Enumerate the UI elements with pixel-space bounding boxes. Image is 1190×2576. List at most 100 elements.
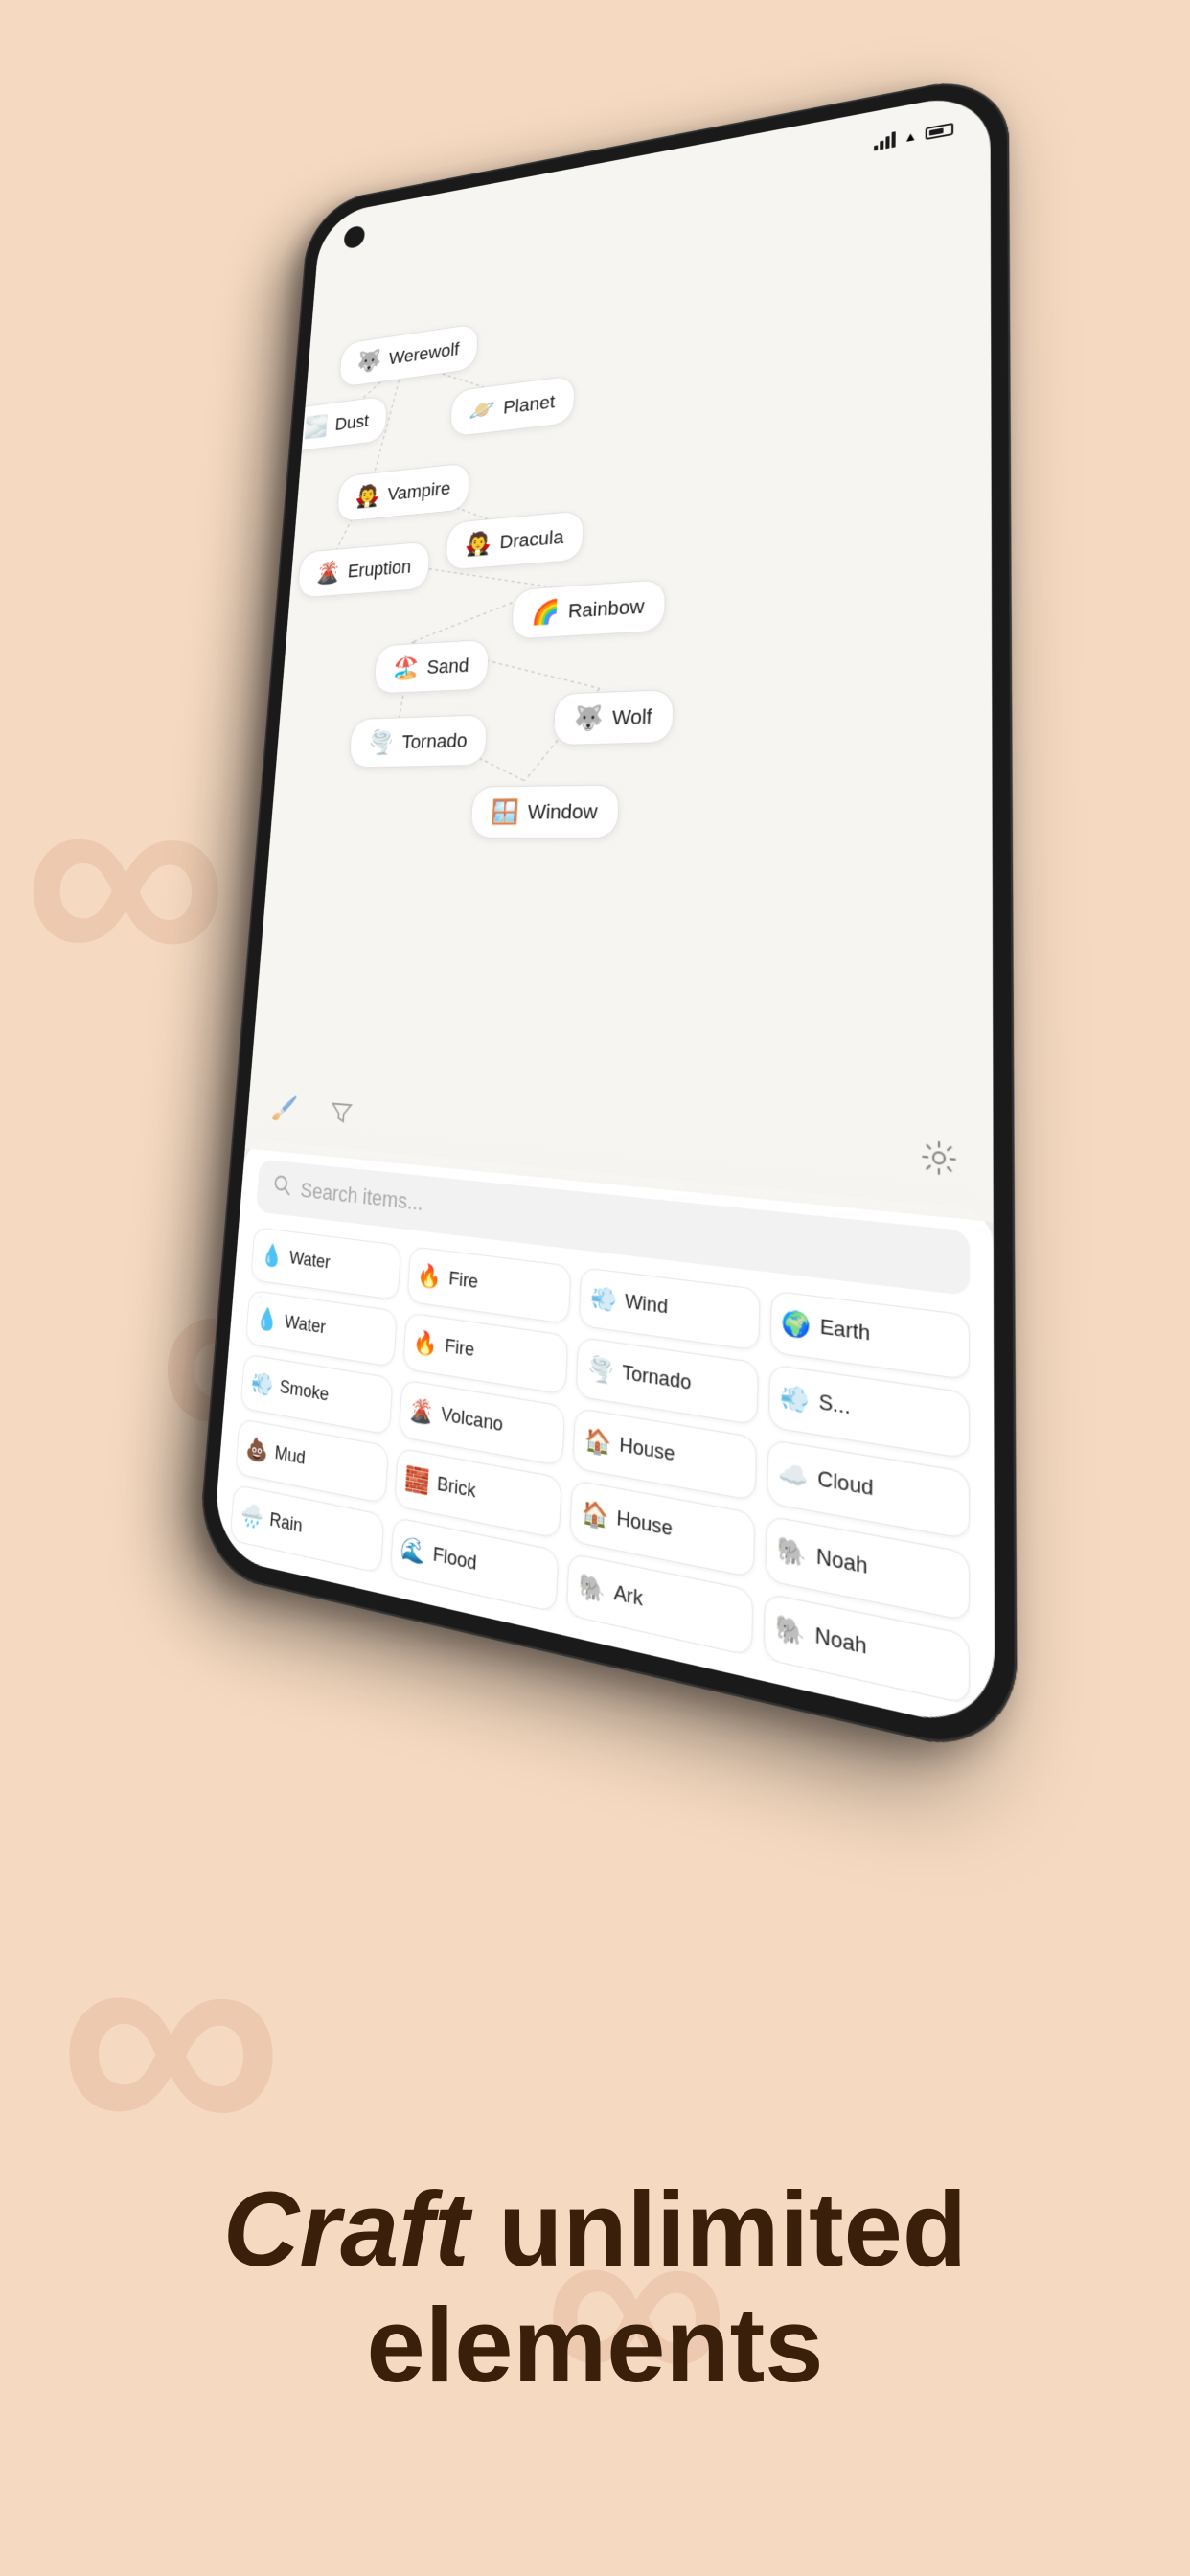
house-label: House xyxy=(619,1434,675,1467)
grid-item-wind[interactable]: 💨 Wind xyxy=(579,1267,761,1351)
water2-label: Water xyxy=(284,1312,326,1340)
tornado-emoji: 🌪️ xyxy=(367,728,395,756)
dracula-emoji: 🧛 xyxy=(464,530,492,559)
house2-label: House xyxy=(616,1506,673,1542)
vampire-emoji: 🧛 xyxy=(355,482,381,510)
volcano-emoji: 🌋 xyxy=(408,1396,434,1428)
fire2-label: Fire xyxy=(445,1335,475,1362)
planet-label: Planet xyxy=(503,390,556,418)
noah2-emoji: 🐘 xyxy=(775,1613,806,1650)
werewolf-label: Werewolf xyxy=(388,338,460,369)
mud-emoji: 💩 xyxy=(245,1435,269,1465)
battery-icon xyxy=(926,123,953,140)
earth-emoji: 🌍 xyxy=(781,1308,811,1342)
fire-emoji: 🔥 xyxy=(417,1262,443,1292)
headline: Craft unlimited xyxy=(77,2172,1113,2288)
phone-case: ▲ xyxy=(196,70,1018,1762)
wind-emoji: 💨 xyxy=(589,1284,617,1315)
fire-label: Fire xyxy=(448,1268,479,1294)
flood-label: Flood xyxy=(432,1543,477,1576)
chip-wolf[interactable]: 🐺 Wolf xyxy=(553,689,675,746)
ark-label: Ark xyxy=(613,1581,643,1613)
chip-window[interactable]: 🪟 Window xyxy=(469,784,619,839)
connection-lines-svg xyxy=(245,143,994,1222)
headline-line2: elements xyxy=(77,2288,1113,2404)
sand-emoji: 🏖️ xyxy=(392,655,420,682)
items-grid: 💧 Water 🔥 Fire 💨 Wind 🌍 Earth xyxy=(230,1227,971,1705)
eruption-label: Eruption xyxy=(347,555,412,582)
lte-indicator: ▲ xyxy=(904,128,917,145)
signal-bar-2 xyxy=(880,141,883,150)
rain-emoji: 🌧️ xyxy=(240,1501,263,1532)
sand-label: Sand xyxy=(426,654,469,678)
grid-item-water2[interactable]: 💧 Water xyxy=(245,1290,397,1368)
rainbow-label: Rainbow xyxy=(567,594,645,622)
signal-bar-1 xyxy=(874,145,878,150)
bottom-text-section: Craft unlimited elements xyxy=(0,2172,1190,2404)
wind-label: Wind xyxy=(625,1291,669,1321)
earth-label: Earth xyxy=(820,1316,871,1347)
noah-label: Noah xyxy=(816,1545,868,1581)
chip-rainbow[interactable]: 🌈 Rainbow xyxy=(511,579,666,639)
fire2-emoji: 🔥 xyxy=(413,1328,439,1359)
phone-device: ▲ xyxy=(196,70,1018,1762)
tornado-label: Tornado xyxy=(401,728,469,753)
camera-notch xyxy=(343,224,365,249)
brick-label: Brick xyxy=(436,1473,476,1504)
signal-bar-4 xyxy=(892,131,896,148)
brick-emoji: 🧱 xyxy=(404,1464,430,1497)
ark-emoji: 🐘 xyxy=(578,1572,606,1607)
brush-tool-button[interactable]: 🖌️ xyxy=(262,1081,308,1135)
werewolf-emoji: 🐺 xyxy=(356,348,382,376)
grid-item-water[interactable]: 💧 Water xyxy=(250,1227,401,1300)
cloud-label: Cloud xyxy=(817,1467,874,1503)
noah2-label: Noah xyxy=(814,1623,867,1662)
rain-label: Rain xyxy=(269,1509,304,1539)
water-emoji: 💧 xyxy=(260,1242,284,1270)
volcano-label: Volcano xyxy=(441,1404,504,1438)
wolf-label: Wolf xyxy=(611,704,652,730)
wolf-emoji: 🐺 xyxy=(574,703,605,733)
tornado-grid-label: Tornado xyxy=(622,1362,692,1396)
smoke2-emoji: 💨 xyxy=(250,1369,274,1399)
bottom-panel: Search items... 💧 Water 🔥 Fire 💨 Wind xyxy=(212,1139,995,1735)
signal-bar-3 xyxy=(885,136,889,149)
eruption-emoji: 🌋 xyxy=(315,559,341,586)
window-emoji: 🪟 xyxy=(491,797,520,826)
vampire-label: Vampire xyxy=(387,477,451,505)
search-icon xyxy=(272,1174,291,1203)
smoke-emoji: 💨 xyxy=(780,1383,811,1417)
dracula-label: Dracula xyxy=(499,525,564,553)
dust-emoji: 🌫️ xyxy=(303,413,329,440)
grid-item-fire[interactable]: 🔥 Fire xyxy=(406,1246,571,1324)
grid-item-earth[interactable]: 🌍 Earth xyxy=(769,1290,971,1380)
battery-fill xyxy=(929,128,944,136)
water2-emoji: 💧 xyxy=(255,1305,279,1334)
rainbow-emoji: 🌈 xyxy=(531,598,561,627)
house2-emoji: 🏠 xyxy=(581,1498,609,1532)
chip-sand[interactable]: 🏖️ Sand xyxy=(373,639,489,694)
chip-tornado[interactable]: 🌪️ Tornado xyxy=(349,714,489,768)
flood-emoji: 🌊 xyxy=(400,1534,426,1568)
mud-label: Mud xyxy=(274,1442,307,1470)
headline-bold-italic: Craft xyxy=(223,2171,469,2288)
cloud-emoji: ☁️ xyxy=(778,1458,809,1493)
tornado-grid-emoji: 🌪️ xyxy=(586,1354,614,1387)
signal-icon xyxy=(874,131,896,150)
house-emoji: 🏠 xyxy=(584,1425,611,1459)
water-label: Water xyxy=(288,1248,331,1275)
toolbar-icons: 🖌️ xyxy=(262,1081,365,1140)
canvas-area[interactable]: 🐺 Werewolf 🌫️ Dust 🪐 Planet 🧛 Vampire 🧛 xyxy=(245,143,994,1222)
smoke2-label: Smoke xyxy=(279,1376,330,1407)
window-label: Window xyxy=(527,799,598,824)
smoke-label: S... xyxy=(818,1391,850,1421)
noah-emoji: 🐘 xyxy=(777,1534,808,1571)
phone-screen: ▲ xyxy=(212,89,995,1734)
filter-tool-button[interactable] xyxy=(317,1086,365,1140)
search-placeholder: Search items... xyxy=(300,1178,424,1216)
status-icons: ▲ xyxy=(874,121,953,150)
settings-button[interactable] xyxy=(908,1125,970,1191)
dust-label: Dust xyxy=(334,410,370,435)
planet-emoji: 🪐 xyxy=(469,396,496,425)
headline-normal: unlimited xyxy=(469,2171,967,2288)
